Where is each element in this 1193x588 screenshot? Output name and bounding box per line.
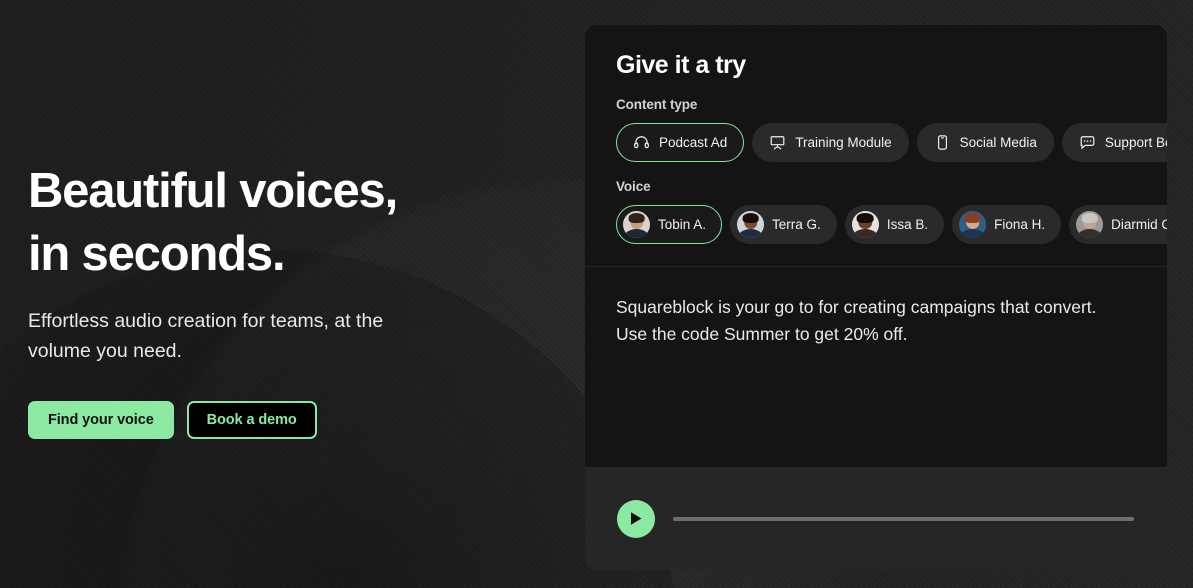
voice-chip-tobin-a-[interactable]: Tobin A. — [616, 205, 723, 244]
voice-chip-label: Tobin A. — [658, 217, 707, 232]
hero-cta-group: Find your voice Book a demo — [28, 400, 528, 439]
book-a-demo-button[interactable]: Book a demo — [186, 400, 317, 439]
page-root: Beautiful voices, in seconds. Effortless… — [0, 0, 1193, 588]
progress-bar[interactable] — [673, 516, 1134, 521]
content-type-options: Podcast Ad Training Module Social Media Sup… — [616, 123, 1167, 162]
voice-chip-label: Diarmid C. — [1111, 217, 1167, 232]
avatar — [623, 211, 650, 238]
play-button[interactable] — [617, 499, 655, 538]
headphones-icon — [633, 134, 650, 151]
avatar — [737, 211, 765, 238]
try-it-card: Give it a try Content type Podcast Ad Tra… — [585, 25, 1167, 570]
avatar — [959, 211, 987, 238]
audio-player — [585, 467, 1167, 570]
voice-chip-label: Issa B. — [886, 217, 929, 232]
voice-label: Voice — [616, 179, 651, 194]
voice-chip-label: Fiona H. — [994, 217, 1046, 232]
script-area: Squareblock is your go to for creating c… — [585, 267, 1167, 467]
content-type-chip-label: Training Module — [795, 135, 892, 150]
hero-headline: Beautiful voices, in seconds. — [28, 164, 398, 281]
chat-bubble-icon — [1079, 134, 1096, 151]
content-type-chip-label: Social Media — [959, 135, 1037, 150]
card-controls: Give it a try Content type Podcast Ad Tra… — [585, 25, 1167, 266]
voice-chip-fiona-h-[interactable]: Fiona H. — [952, 205, 1062, 244]
content-type-chip-podcast-ad[interactable]: Podcast Ad — [616, 123, 745, 162]
content-type-chip-label: Podcast Ad — [659, 135, 728, 150]
card-title: Give it a try — [616, 51, 746, 79]
find-your-voice-button[interactable]: Find your voice — [28, 400, 174, 439]
voice-chip-terra-g-[interactable]: Terra G. — [730, 205, 837, 244]
avatar — [851, 211, 879, 238]
mobile-phone-icon — [934, 134, 951, 151]
voice-options: Tobin A. Terra G. Issa B. Fiona H. Diarmid C… — [616, 205, 1167, 244]
voice-chip-label: Terra G. — [772, 217, 821, 232]
content-type-chip-training-module[interactable]: Training Module — [752, 123, 909, 162]
easel-icon — [769, 134, 786, 151]
content-type-label: Content type — [616, 97, 698, 112]
hero-section: Beautiful voices, in seconds. Effortless… — [28, 160, 528, 439]
voice-chip-issa-b-[interactable]: Issa B. — [844, 205, 945, 244]
content-type-chip-support-bot[interactable]: Support Bot — [1061, 123, 1167, 162]
content-type-chip-label: Support Bot — [1104, 135, 1167, 150]
voice-chip-diarmid-c-[interactable]: Diarmid C. — [1069, 205, 1167, 244]
avatar — [1076, 211, 1104, 238]
script-text[interactable]: Squareblock is your go to for creating c… — [616, 294, 1136, 347]
hero-subheadline: Effortless audio creation for teams, at … — [28, 310, 384, 363]
content-type-chip-social-media[interactable]: Social Media — [916, 123, 1054, 162]
